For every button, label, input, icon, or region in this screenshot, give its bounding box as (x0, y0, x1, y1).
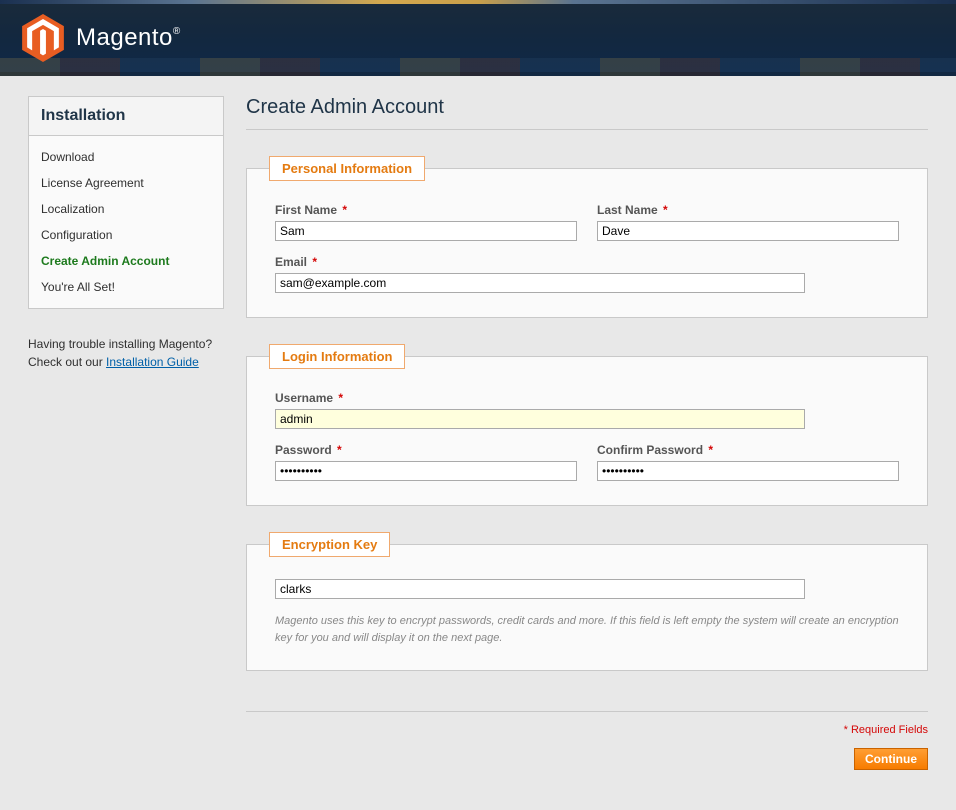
sidebar-item-all-set[interactable]: You're All Set! (29, 274, 223, 300)
legend-login-info: Login Information (269, 344, 405, 369)
password-input[interactable] (275, 461, 577, 481)
logo: Magento® (0, 0, 956, 76)
magento-logo-icon (22, 14, 64, 62)
form-footer: * Required Fields Continue (246, 711, 928, 770)
legend-personal-info: Personal Information (269, 156, 425, 181)
sidebar-nav-box: Installation Download License Agreement … (28, 96, 224, 309)
sidebar-item-download[interactable]: Download (29, 144, 223, 170)
fieldset-encryption-key: Encryption Key Magento uses this key to … (246, 532, 928, 671)
fieldset-login-info: Login Information Username * Password * … (246, 344, 928, 506)
encryption-hint: Magento uses this key to encrypt passwor… (275, 613, 899, 646)
first-name-input[interactable] (275, 221, 577, 241)
username-label: Username * (275, 391, 805, 405)
password-label: Password * (275, 443, 577, 457)
header: Magento® (0, 0, 956, 76)
sidebar-item-localization[interactable]: Localization (29, 196, 223, 222)
help-line-2-prefix: Check out our (28, 355, 106, 369)
sidebar-steps-list: Download License Agreement Localization … (29, 136, 223, 308)
username-input[interactable] (275, 409, 805, 429)
sidebar-title: Installation (29, 97, 223, 136)
confirm-password-label: Confirm Password * (597, 443, 899, 457)
last-name-input[interactable] (597, 221, 899, 241)
page-title: Create Admin Account (246, 96, 928, 130)
email-label: Email * (275, 255, 805, 269)
required-fields-note: * Required Fields (246, 724, 928, 736)
sidebar-item-configuration[interactable]: Configuration (29, 222, 223, 248)
last-name-label: Last Name * (597, 203, 899, 217)
legend-encryption-key: Encryption Key (269, 532, 390, 557)
encryption-key-input[interactable] (275, 579, 805, 599)
installation-guide-link[interactable]: Installation Guide (106, 355, 199, 369)
sidebar-item-create-admin[interactable]: Create Admin Account (29, 248, 223, 274)
sidebar: Installation Download License Agreement … (28, 96, 224, 770)
brand-name: Magento® (76, 24, 181, 52)
first-name-label: First Name * (275, 203, 577, 217)
email-input[interactable] (275, 273, 805, 293)
continue-button[interactable]: Continue (854, 748, 928, 770)
confirm-password-input[interactable] (597, 461, 899, 481)
sidebar-item-license[interactable]: License Agreement (29, 170, 223, 196)
help-line-1: Having trouble installing Magento? (28, 337, 212, 351)
fieldset-personal-info: Personal Information First Name * Last N… (246, 156, 928, 318)
help-text: Having trouble installing Magento? Check… (28, 335, 224, 371)
main-content: Create Admin Account Personal Informatio… (246, 96, 928, 770)
